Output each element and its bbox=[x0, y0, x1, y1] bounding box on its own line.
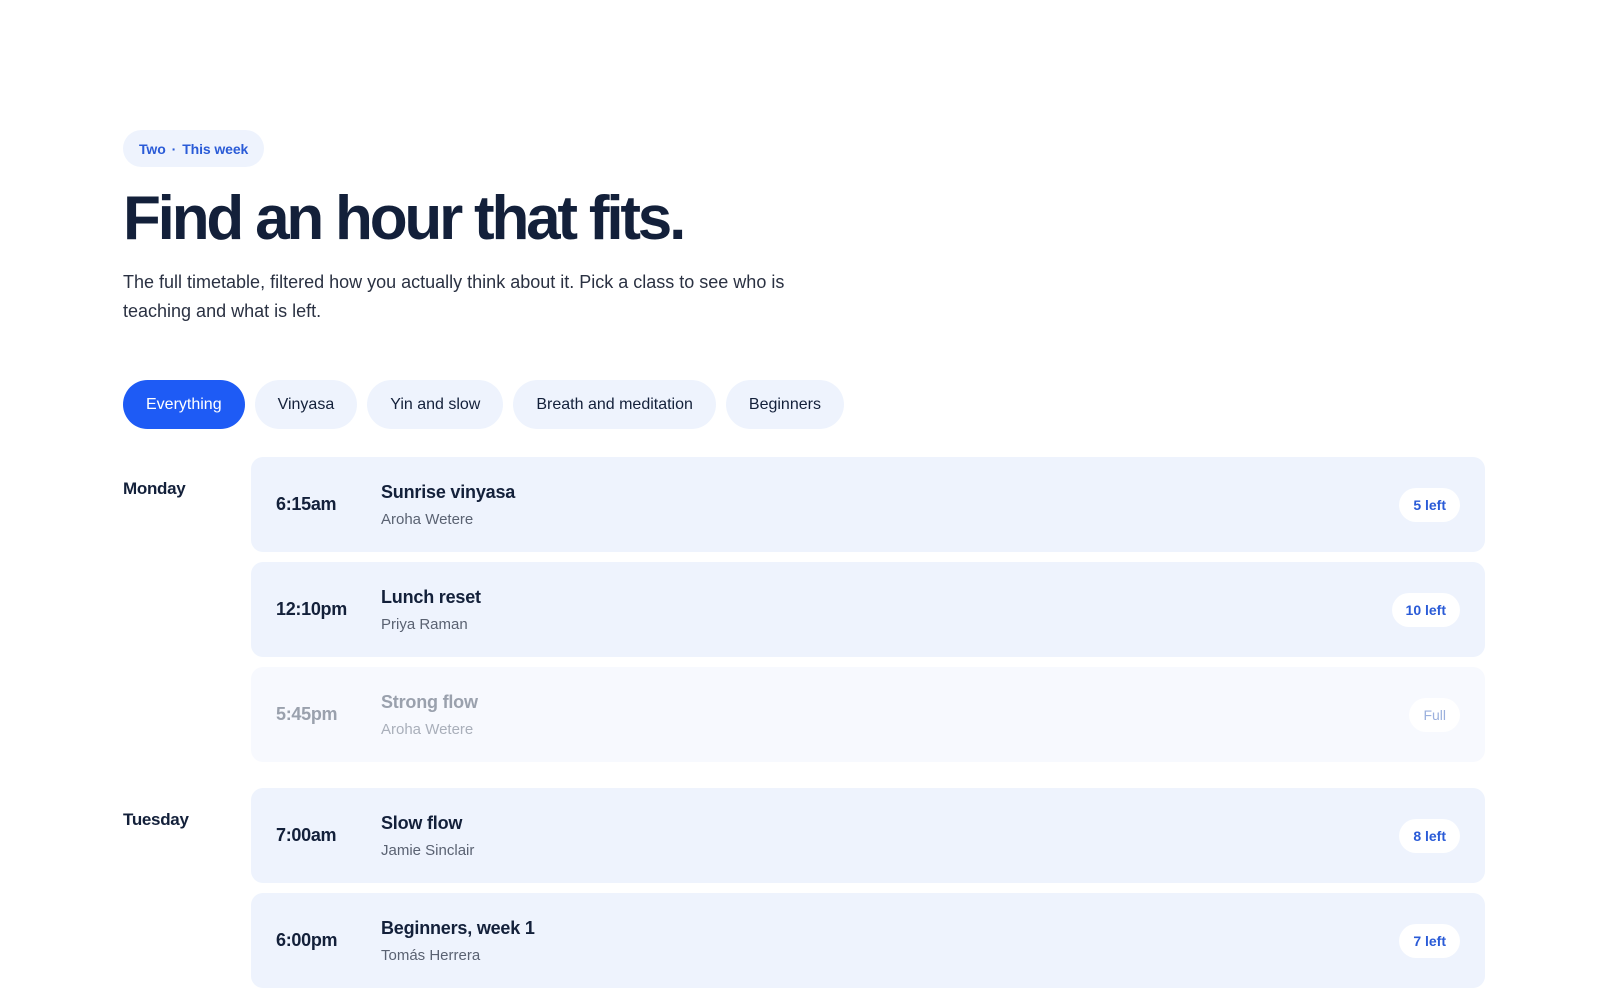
session-name: Lunch reset bbox=[381, 586, 481, 607]
session-time: 6:00pm bbox=[276, 930, 338, 950]
class-session-card[interactable]: 12:10pm Lunch reset Priya Raman 10 left bbox=[251, 562, 1485, 657]
timetable-page: Two · This week Find an hour that fits. … bbox=[123, 130, 1485, 1000]
filter-chip-vinyasa[interactable]: Vinyasa bbox=[254, 380, 358, 429]
session-info: Strong flow Aroha Wetere bbox=[381, 692, 1409, 738]
availability-badge: 5 left bbox=[1399, 487, 1460, 522]
availability-badge: 7 left bbox=[1399, 923, 1460, 958]
session-info: Lunch reset Priya Raman bbox=[381, 587, 1392, 633]
day-group-monday: Monday 6:15am Sunrise vinyasa Aroha Wetere 5… bbox=[123, 457, 1485, 762]
session-time: 7:00am bbox=[276, 825, 337, 845]
session-time: 12:10pm bbox=[276, 599, 347, 619]
eyebrow-right-label: This week bbox=[182, 140, 249, 157]
schedule: Monday 6:15am Sunrise vinyasa Aroha Wetere 5… bbox=[123, 457, 1485, 988]
filter-chip-breath-and-meditation[interactable]: Breath and meditation bbox=[513, 380, 716, 429]
day-group-tuesday: Tuesday 7:00am Slow flow Jamie Sinclair 8 le… bbox=[123, 788, 1485, 988]
day-label: Tuesday bbox=[123, 810, 189, 829]
session-time: 6:15am bbox=[276, 494, 337, 514]
week-badge: Two · This week bbox=[123, 130, 265, 167]
session-name: Strong flow bbox=[381, 691, 478, 712]
session-info: Slow flow Jamie Sinclair bbox=[381, 813, 1399, 859]
filter-chips: Everything Vinyasa Yin and slow Breath and … bbox=[123, 380, 1485, 429]
session-time: 5:45pm bbox=[276, 704, 338, 724]
session-list: 7:00am Slow flow Jamie Sinclair 8 left 6:00p… bbox=[251, 788, 1485, 988]
eyebrow-separator: · bbox=[171, 140, 177, 157]
class-session-card[interactable]: 7:00am Slow flow Jamie Sinclair 8 left bbox=[251, 788, 1485, 883]
eyebrow-left-label: Two bbox=[139, 140, 166, 157]
filter-chip-yin-and-slow[interactable]: Yin and slow bbox=[367, 380, 504, 429]
session-name: Sunrise vinyasa bbox=[381, 481, 516, 502]
class-session-card[interactable]: 5:45pm Strong flow Aroha Wetere Full bbox=[251, 667, 1485, 762]
session-info: Sunrise vinyasa Aroha Wetere bbox=[381, 482, 1399, 528]
page-subtitle: The full timetable, filtered how you act… bbox=[123, 272, 785, 321]
page-title: Find an hour that fits. bbox=[123, 184, 686, 253]
availability-badge: 10 left bbox=[1391, 592, 1460, 627]
session-teacher: Aroha Wetere bbox=[381, 510, 474, 528]
day-label: Monday bbox=[123, 479, 186, 498]
session-teacher: Priya Raman bbox=[381, 615, 468, 633]
class-session-card[interactable]: 6:15am Sunrise vinyasa Aroha Wetere 5 left bbox=[251, 457, 1485, 552]
session-teacher: Jamie Sinclair bbox=[381, 841, 475, 859]
filter-chip-everything[interactable]: Everything bbox=[123, 380, 245, 429]
session-name: Slow flow bbox=[381, 812, 463, 833]
availability-badge: Full bbox=[1409, 697, 1460, 732]
session-info: Beginners, week 1 Tomás Herrera bbox=[381, 918, 1399, 964]
class-session-card[interactable]: 6:00pm Beginners, week 1 Tomás Herrera 7 le… bbox=[251, 893, 1485, 988]
session-list: 6:15am Sunrise vinyasa Aroha Wetere 5 left 1… bbox=[251, 457, 1485, 762]
session-teacher: Tomás Herrera bbox=[381, 946, 481, 964]
session-teacher: Aroha Wetere bbox=[381, 720, 474, 738]
filter-chip-beginners[interactable]: Beginners bbox=[725, 380, 844, 429]
session-name: Beginners, week 1 bbox=[381, 917, 535, 938]
availability-badge: 8 left bbox=[1399, 818, 1460, 853]
